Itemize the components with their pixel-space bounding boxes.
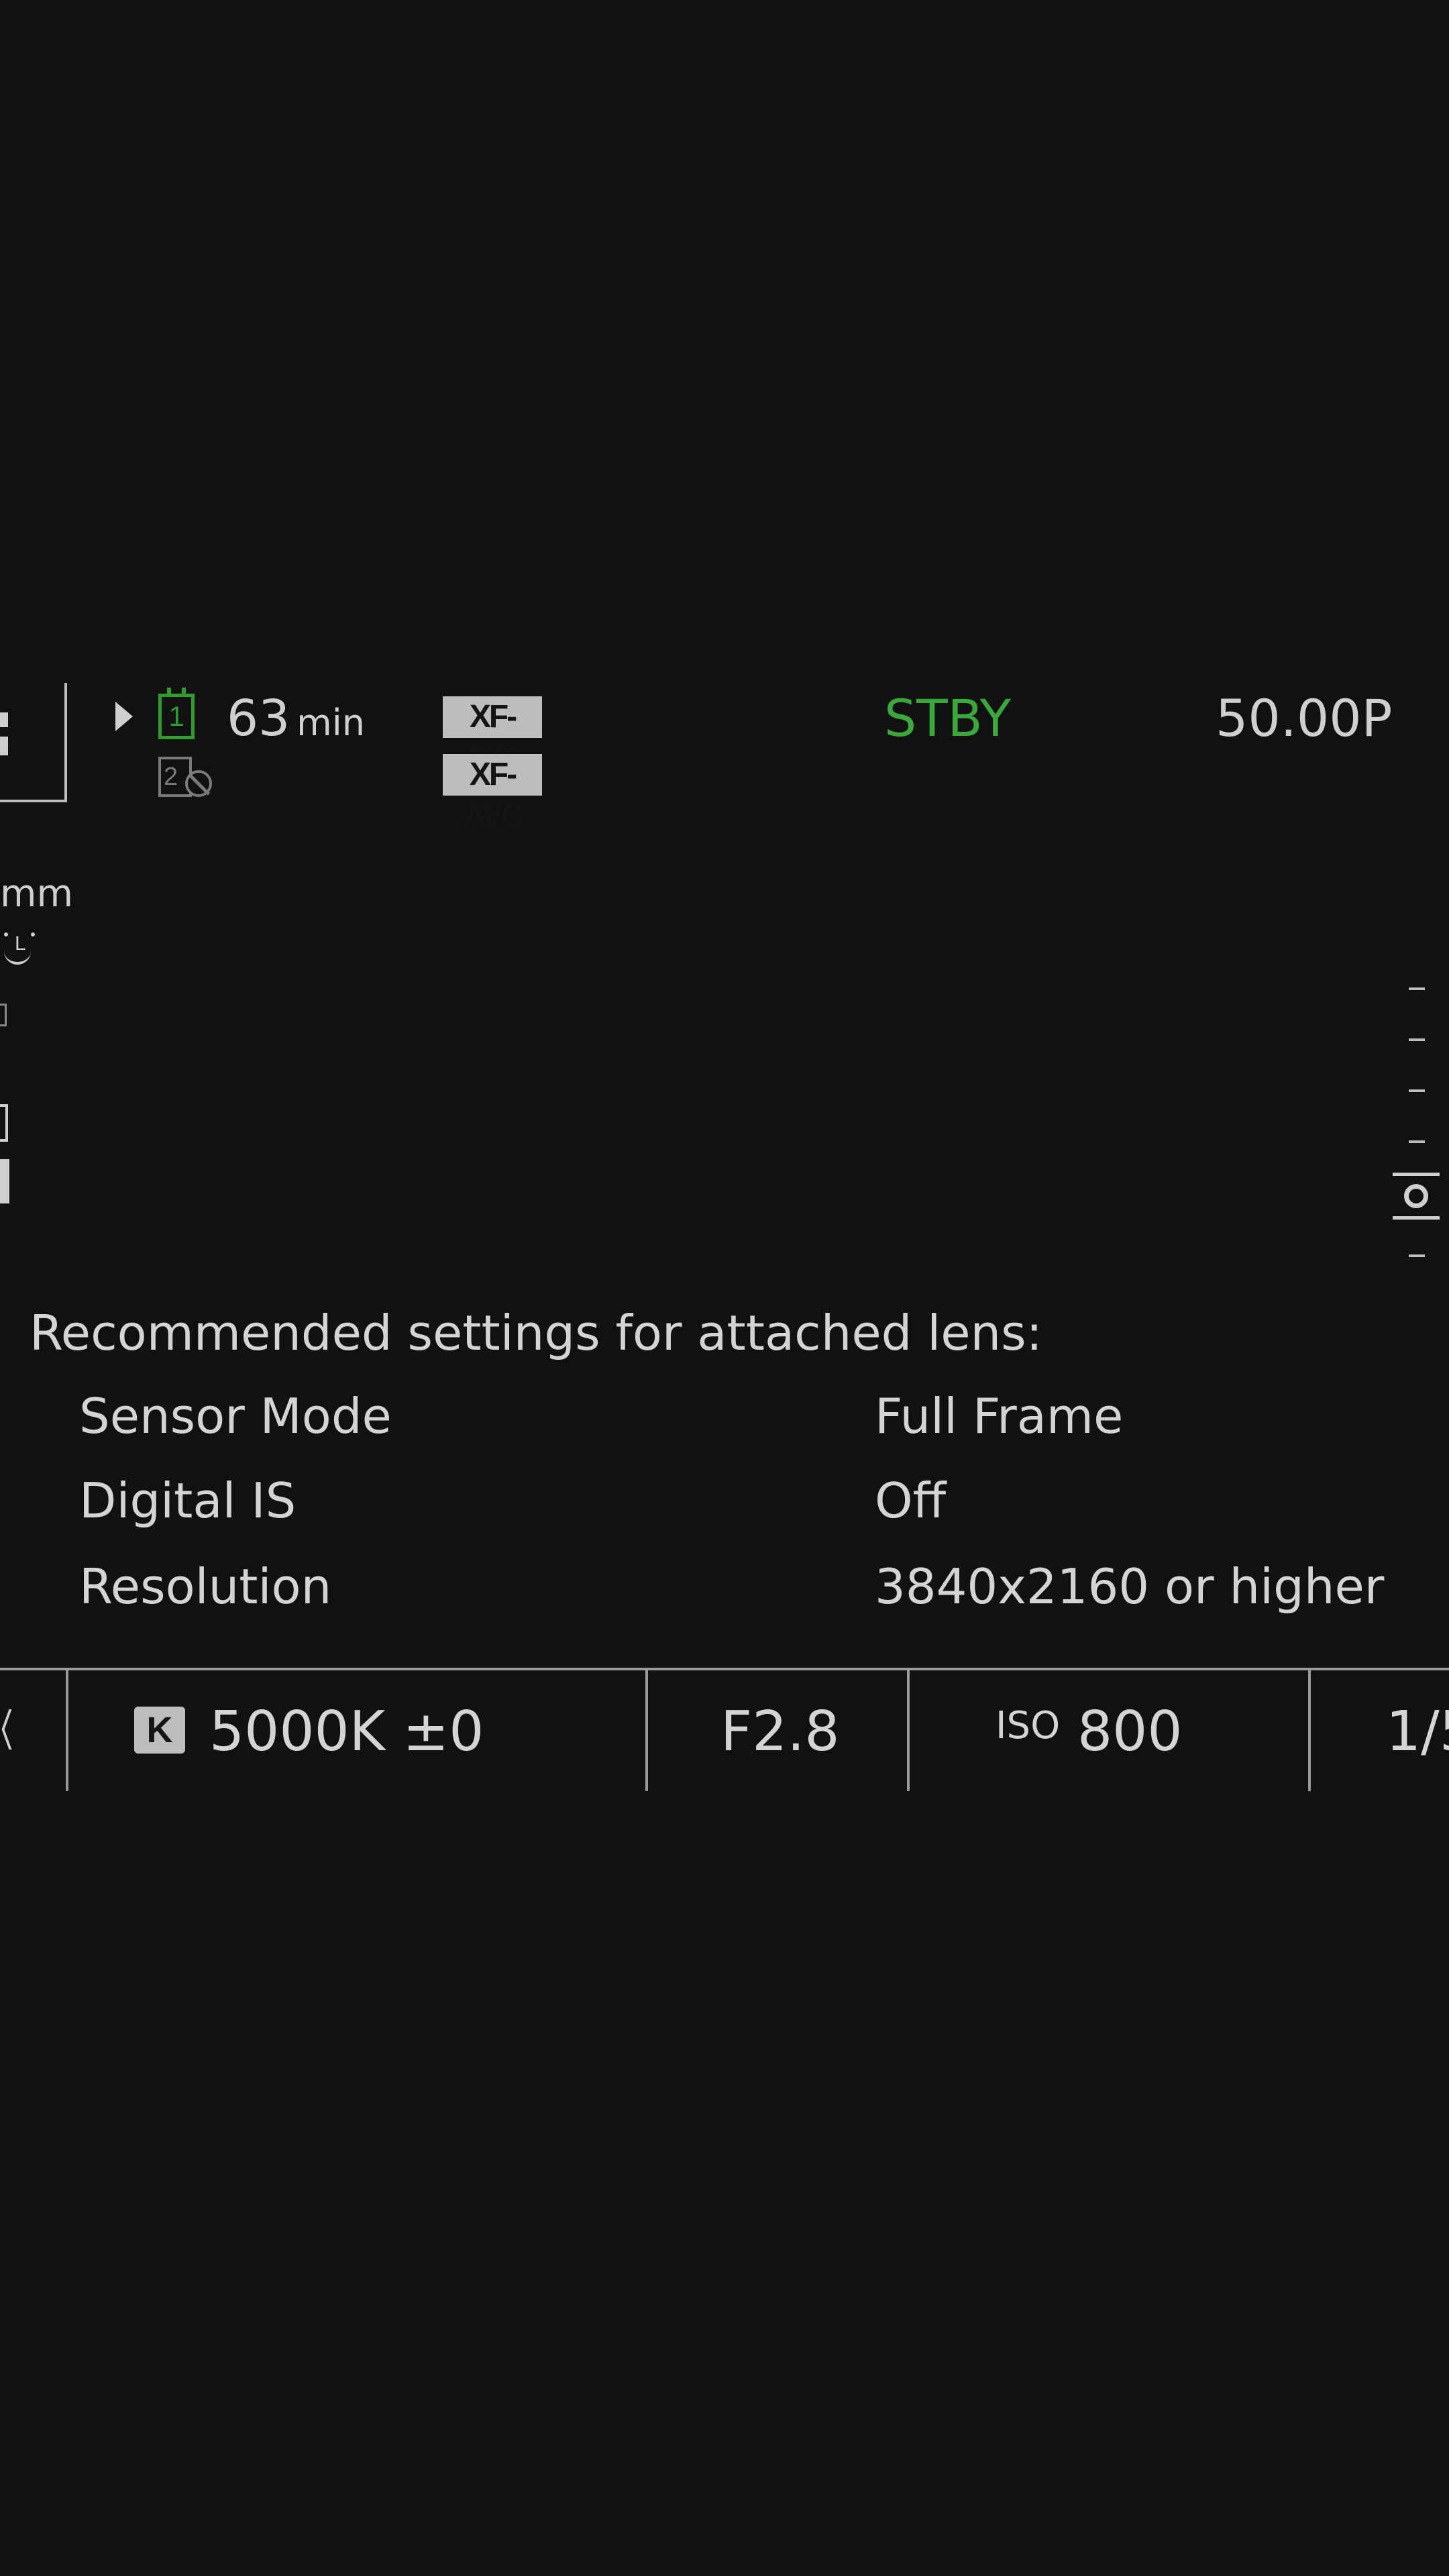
exposure-separator	[66, 1670, 68, 1791]
remaining-time-value: 63	[227, 690, 290, 747]
exposure-bar-divider	[0, 1668, 1449, 1670]
focus-scale-tick	[1409, 1089, 1425, 1092]
setting-label-sensor-mode: Sensor Mode	[79, 1388, 392, 1444]
left-panel-glyph	[0, 712, 8, 727]
card-slot-2-number: 2	[164, 763, 178, 791]
focus-guide-icon	[1393, 1173, 1440, 1220]
left-panel-glyph	[0, 737, 8, 755]
frame-rate: 50.00P	[1216, 688, 1393, 748]
codec-badge-slot-1: XF-AVC	[443, 696, 542, 776]
focus-scale-tick	[1409, 1038, 1425, 1041]
card-slot-1-icon: 1	[158, 688, 195, 739]
record-status: STBY	[884, 688, 1012, 748]
setting-label-digital-is: Digital IS	[79, 1472, 297, 1529]
white-balance-kelvin-icon: K	[134, 1707, 185, 1754]
exposure-separator	[907, 1670, 910, 1791]
play-arrow-icon	[115, 702, 133, 731]
focus-scale-tick	[1409, 1254, 1425, 1257]
exposure-separator	[1308, 1670, 1311, 1791]
focus-scale-tick	[1409, 987, 1425, 990]
iso-label: ISO	[996, 1704, 1061, 1748]
recommended-settings-heading: Recommended settings for attached lens:	[30, 1305, 1042, 1361]
focal-length-unit: mm	[0, 872, 74, 916]
white-balance-value[interactable]: 5000K ±0	[209, 1700, 484, 1764]
exposure-separator	[645, 1670, 648, 1791]
cropped-left-icon	[0, 1709, 7, 1750]
assign-icon-2	[0, 1159, 9, 1203]
setting-value-resolution: 3840x2160 or higher	[875, 1558, 1385, 1615]
face-detection-icon: L	[0, 926, 39, 966]
aspect-marker-icon	[0, 1004, 7, 1026]
setting-value-sensor-mode: Full Frame	[875, 1388, 1124, 1444]
iso-value[interactable]: 800	[1077, 1700, 1183, 1764]
setting-label-resolution: Resolution	[79, 1558, 332, 1615]
card-slot-1-number: 1	[168, 700, 184, 732]
codec-badge-slot-2: XF-AVC	[443, 754, 542, 834]
focus-scale-tick	[1409, 1140, 1425, 1143]
setting-value-digital-is: Off	[875, 1472, 947, 1529]
left-panel-frame	[0, 683, 67, 802]
assign-icon	[0, 1104, 8, 1142]
no-recording-icon	[185, 770, 212, 797]
shutter-speed-value[interactable]: 1/5	[1386, 1700, 1449, 1764]
remaining-time-unit: min	[297, 702, 366, 744]
iris-value[interactable]: F2.8	[720, 1700, 840, 1764]
remaining-record-time: 63 min	[227, 690, 365, 752]
